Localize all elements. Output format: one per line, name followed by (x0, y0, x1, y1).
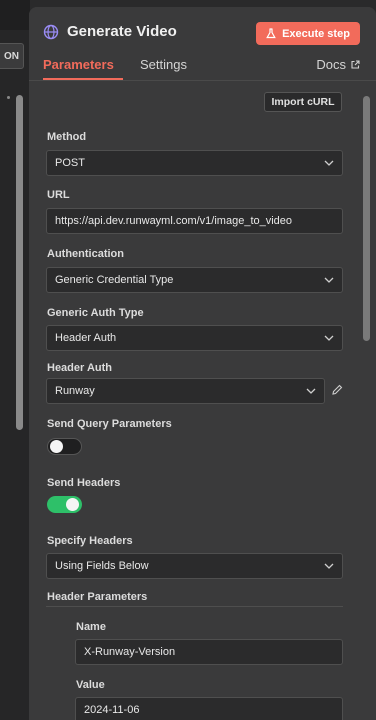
execute-step-label: Execute step (282, 27, 350, 40)
canvas-chip[interactable]: ON (0, 43, 24, 69)
flask-icon (266, 28, 276, 39)
canvas-topbar (0, 0, 30, 30)
send-query-toggle[interactable] (47, 438, 82, 455)
execute-step-button[interactable]: Execute step (256, 22, 360, 45)
generic-auth-type-label: Generic Auth Type (47, 307, 144, 319)
title-row: Generate Video (43, 23, 177, 40)
chevron-down-icon (324, 563, 334, 569)
chevron-down-icon (306, 388, 316, 394)
specify-headers-select[interactable]: Using Fields Below (46, 553, 343, 579)
pencil-icon[interactable] (331, 384, 343, 396)
url-value: https://api.dev.runwayml.com/v1/image_to… (55, 215, 293, 227)
header-parameters-label: Header Parameters (47, 591, 148, 603)
header-auth-select[interactable]: Runway (46, 378, 325, 404)
authentication-select[interactable]: Generic Credential Type (46, 267, 343, 293)
url-label: URL (47, 189, 70, 201)
node-panel: Generate Video Execute step Parameters S… (29, 7, 376, 720)
header-name-value: X-Runway-Version (84, 646, 176, 658)
send-headers-label: Send Headers (47, 477, 121, 489)
url-input[interactable]: https://api.dev.runwayml.com/v1/image_to… (46, 208, 343, 234)
toggle-knob (66, 498, 79, 511)
generic-auth-type-value: Header Auth (55, 332, 117, 344)
canvas-dot (7, 96, 10, 99)
canvas-chip-label: ON (4, 50, 19, 62)
canvas-scrollbar[interactable] (16, 95, 23, 430)
method-select[interactable]: POST (46, 150, 343, 176)
panel-scrollbar[interactable] (363, 96, 370, 341)
method-label: Method (47, 131, 87, 143)
tab-settings[interactable]: Settings (140, 57, 187, 72)
authentication-value: Generic Credential Type (55, 274, 174, 286)
header-value-value: 2024-11-06 (84, 704, 140, 716)
page-title: Generate Video (67, 23, 177, 40)
parameters-body: Import cURL Method POST URL https://api.… (29, 81, 376, 720)
chevron-down-icon (324, 160, 334, 166)
header-value-input[interactable]: 2024-11-06 (75, 697, 343, 720)
chevron-down-icon (324, 277, 334, 283)
send-query-label: Send Query Parameters (47, 418, 172, 430)
specify-headers-value: Using Fields Below (55, 560, 149, 572)
header-auth-value: Runway (55, 385, 95, 397)
toggle-knob (50, 440, 63, 453)
section-divider (46, 606, 343, 607)
generic-auth-type-select[interactable]: Header Auth (46, 325, 343, 351)
method-value: POST (55, 157, 85, 169)
header-name-label: Name (76, 621, 106, 633)
header-auth-label: Header Auth (47, 362, 112, 374)
send-headers-toggle[interactable] (47, 496, 82, 513)
authentication-label: Authentication (47, 248, 124, 260)
active-tab-indicator (43, 78, 123, 80)
header-name-input[interactable]: X-Runway-Version (75, 639, 343, 665)
header-value-label: Value (76, 679, 105, 691)
tab-parameters[interactable]: Parameters (43, 57, 114, 72)
import-curl-button[interactable]: Import cURL (264, 92, 342, 112)
external-link-icon (351, 60, 360, 69)
specify-headers-label: Specify Headers (47, 535, 133, 547)
docs-link[interactable]: Docs (316, 57, 360, 72)
tab-bar: Parameters Settings Docs (29, 55, 376, 81)
globe-icon (43, 24, 59, 40)
import-curl-label: Import cURL (271, 96, 335, 108)
chevron-down-icon (324, 335, 334, 341)
docs-label: Docs (316, 57, 346, 72)
panel-header: Generate Video Execute step Parameters S… (29, 7, 376, 81)
canvas-backdrop: ON (0, 0, 30, 720)
